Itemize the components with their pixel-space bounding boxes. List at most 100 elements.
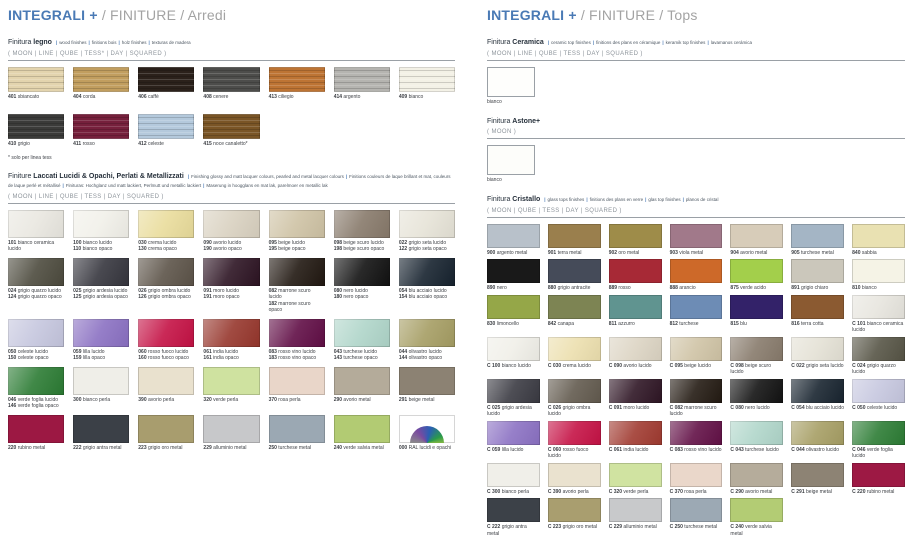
footnote: * solo per linea tess: [8, 155, 455, 161]
swatch-label: 095 beige lucido195 beige opaco: [269, 240, 325, 253]
swatch-c-390-avorio-perla: C 390 avorio perla: [548, 463, 601, 496]
swatch-900-argento-metal: 900 argento metal: [487, 224, 540, 257]
color-sample: [730, 295, 783, 319]
color-sample: [609, 295, 662, 319]
program-list: ( MOON | QUBE | TESS | DAY | SQUARED ): [487, 208, 905, 214]
color-sample: [791, 224, 844, 248]
swatch-811-azzurro: 811 azzurro: [609, 295, 662, 334]
color-sample: [8, 210, 64, 238]
swatch-label: 025 grigio ardesia lucido125 grigio arde…: [73, 288, 129, 301]
language-tag: finitions des plans en verre: [590, 197, 644, 202]
swatch-label: C 060 rosso fuoco lucido: [548, 447, 601, 460]
swatch-842-canapa: 842 canapa: [548, 295, 601, 334]
language-tag: holz finishes: [122, 40, 147, 45]
page-title-tops: INTEGRALI + / FINITURE / Tops: [487, 8, 905, 23]
color-sample: [487, 337, 540, 361]
color-sample: [670, 421, 723, 445]
color-sample: [203, 210, 259, 238]
swatch-label: bianco: [487, 99, 539, 106]
swatch-label: 875 verde acido: [730, 285, 783, 292]
swatch-300-bianco-perla: 300 bianco perla: [73, 367, 129, 410]
swatch-label: C 101 bianco ceramica lucido: [852, 321, 905, 334]
language-tag: lavamanos cerámica: [711, 40, 752, 45]
swatch-label: 091 moro lucido191 moro opaco: [203, 288, 259, 301]
section-header: Finitura Astone+: [487, 118, 905, 127]
tag-separator: |: [645, 197, 646, 202]
color-sample: [730, 379, 783, 403]
catalog-spread: INTEGRALI + / FINITURE / Arredi Finitura…: [0, 0, 913, 493]
swatch-c-098-beige-scuro-lucido: C 098 beige scuro lucido: [730, 337, 783, 376]
page-tops: INTEGRALI + / FINITURE / Tops Finitura C…: [487, 8, 905, 537]
swatch-c-061-india-lucido: C 061 india lucido: [609, 421, 662, 460]
swatch-label: 030 crema lucido130 crema opaco: [138, 240, 194, 253]
swatch-label: 816 terra cotta: [791, 321, 844, 328]
swatch-label: C 320 verde perla: [609, 489, 662, 496]
color-sample: [791, 463, 844, 487]
swatch-label: C 026 grigio ombra lucido: [548, 405, 601, 418]
color-sample: [399, 210, 455, 238]
swatch-082-marrone-scuro-lucido: 082 marrone scuro lucido182 marrone scur…: [269, 258, 325, 314]
swatch-024-grigio-quarzo-lucido: 024 grigio quarzo lucido124 grigio quarz…: [8, 258, 64, 314]
section-language-tags: |wood finishes|finitions bois|holz finis…: [54, 40, 191, 45]
swatch-label: 220 rubino metal: [8, 445, 64, 452]
swatch-label: 083 rosso vino lucido183 rosso vino opac…: [269, 349, 325, 362]
color-sample: [399, 367, 455, 395]
color-sample: [269, 258, 325, 286]
tag-separator: |: [544, 197, 545, 202]
swatch-label: 044 olivastro lucido144 olivastro opaco: [399, 349, 455, 362]
swatch-label: 054 blu acciaio lucido154 blu acciaio op…: [399, 288, 455, 301]
color-sample: [852, 295, 905, 319]
swatch-label: 222 grigio antra metal: [73, 445, 129, 452]
color-sample: [399, 415, 455, 443]
swatch-c-043-turchese-lucido: C 043 turchese lucido: [730, 421, 783, 460]
tag-separator: |: [548, 40, 549, 45]
color-sample: [8, 258, 64, 286]
color-sample: [203, 114, 259, 139]
color-sample: [548, 337, 601, 361]
swatch-label: C 091 moro lucido: [609, 405, 662, 412]
section-finitura-legno: Finitura legno |wood finishes|finitions …: [8, 39, 455, 161]
swatch-label: 880 grigio antracite: [548, 285, 601, 292]
swatch-label: bianco: [487, 177, 539, 184]
lacquer-swatch-grid: 101 bianco ceramica lucido100 bianco luc…: [8, 210, 455, 452]
swatch-label: C 054 blu acciaio lucido: [791, 405, 844, 412]
swatch-411-rosso: 411 rosso: [73, 114, 129, 148]
section-finitura-cristallo: Finitura Cristallo |glass tops finishes|…: [487, 196, 905, 537]
swatch-label: 061 india lucido161 india opaco: [203, 349, 259, 362]
color-sample: [203, 367, 259, 395]
color-sample: [399, 319, 455, 347]
color-sample: [269, 367, 325, 395]
swatch-label: C 240 verde salvia metal: [730, 524, 783, 537]
swatch-c-080-nero-lucido: C 080 nero lucido: [730, 379, 783, 418]
swatch-c-054-blu-acciaio-lucido: C 054 blu acciaio lucido: [791, 379, 844, 418]
swatch-label: 900 argento metal: [487, 250, 540, 257]
swatch-890-nero: 890 nero: [487, 259, 540, 292]
language-tag: Finishing glossy and matt lacquer colour…: [191, 174, 344, 179]
color-sample: [138, 114, 194, 139]
swatch-label: C 090 avorio lucido: [609, 363, 662, 370]
color-sample: [852, 379, 905, 403]
swatch-label: 830 limoncello: [487, 321, 540, 328]
color-sample: [73, 67, 129, 92]
swatch-label: C 222 grigio antra metal: [487, 524, 540, 537]
language-tag: keramik top finishes: [666, 40, 706, 45]
swatch-095-beige-lucido: 095 beige lucido195 beige opaco: [269, 210, 325, 253]
swatch-label: C 300 bianco perla: [487, 489, 540, 496]
swatch-label: C 061 india lucido: [609, 447, 662, 454]
tag-separator: |: [88, 40, 89, 45]
swatch-412-celeste: 412 celeste: [138, 114, 194, 148]
swatch-label: C 043 turchese lucido: [730, 447, 783, 454]
swatch-label: 390 avorio perla: [138, 397, 194, 404]
language-tag: glas top finishes: [648, 197, 680, 202]
program-list: ( MOON ): [487, 129, 905, 135]
swatch-061-india-lucido: 061 india lucido161 india opaco: [203, 319, 259, 362]
color-sample: [203, 258, 259, 286]
swatch-label: 101 bianco ceramica lucido: [8, 240, 64, 253]
tag-separator: |: [188, 174, 189, 179]
swatch-c-095-beige-lucido: C 095 beige lucido: [670, 337, 723, 376]
color-sample: [487, 67, 535, 97]
swatch-label: C 059 lilla lucido: [487, 447, 540, 454]
swatch-label: 046 verde foglia lucido146 verde foglia …: [8, 397, 64, 410]
color-sample: [609, 379, 662, 403]
swatch-label: 290 avorio metal: [334, 397, 390, 404]
